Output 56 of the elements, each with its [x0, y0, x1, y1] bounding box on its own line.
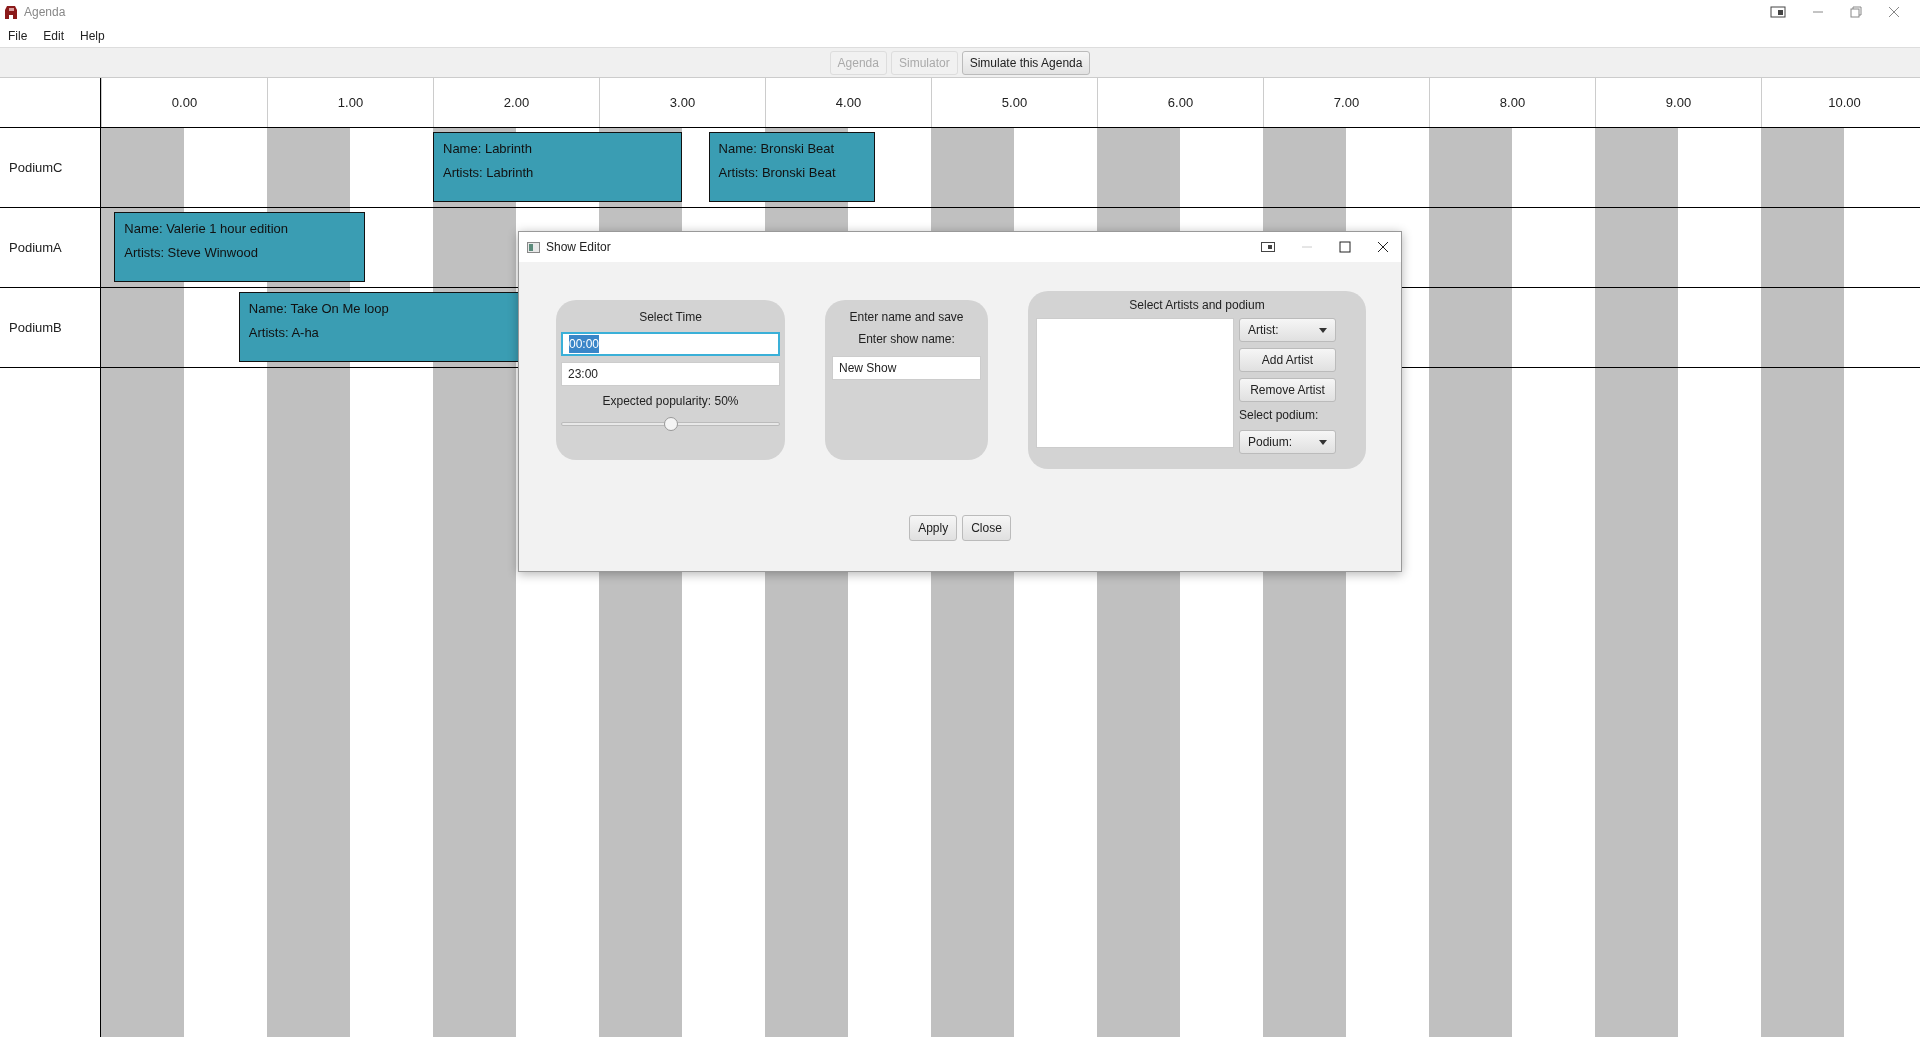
show-name: Name: Take On Me loop	[248, 300, 389, 318]
hour-label: 7.00	[1333, 93, 1360, 112]
menu-item[interactable]: Edit	[35, 26, 73, 45]
cast-icon[interactable]	[1261, 242, 1275, 252]
caret-icon	[1319, 327, 1327, 333]
panel-title: Enter name and save	[849, 309, 964, 326]
show-name: Name: Bronski Beat	[718, 140, 835, 158]
app-icon	[4, 4, 18, 20]
podium-label: PodiumA	[9, 238, 62, 257]
hour-label: 2.00	[503, 93, 530, 112]
hour-label: 0.00	[171, 93, 198, 112]
dialog-title: Show Editor	[546, 239, 611, 256]
show-block[interactable]: Name: Valerie 1 hour edition Artists: Steve Winwood	[114, 212, 365, 282]
show-artists: Artists: Bronski Beat	[718, 164, 836, 182]
panel-title: Select Time	[639, 309, 702, 326]
hour-label: 5.00	[1001, 93, 1028, 112]
dropdown[interactable]: Podium:	[1239, 430, 1336, 454]
show-artists: Artists: Labrinth	[443, 164, 534, 182]
hour-label: 3.00	[669, 93, 696, 112]
show-artists: Artists: A-ha	[248, 324, 319, 342]
field-label: Select podium:	[1239, 407, 1320, 424]
hour-label: 8.00	[1499, 93, 1526, 112]
hour-label: 9.00	[1665, 93, 1692, 112]
dialog-button[interactable]: Apply	[909, 515, 958, 541]
menu-item[interactable]: File	[0, 26, 36, 45]
close-icon[interactable]	[1377, 241, 1389, 253]
field-label: Enter show name:	[858, 331, 955, 348]
hour-label: 1.00	[337, 93, 364, 112]
input-field[interactable]: 23:00	[561, 362, 780, 386]
hour-label: 10.00	[1828, 93, 1861, 112]
dropdown[interactable]: Artist:	[1239, 318, 1336, 342]
hour-label: 6.00	[1167, 93, 1194, 112]
toolbar-button[interactable]: Simulate this Agenda	[961, 50, 1091, 75]
cast-icon[interactable]	[1770, 6, 1786, 18]
maximize-icon[interactable]	[1339, 241, 1351, 253]
add-artist-button[interactable]: Add Artist	[1239, 348, 1336, 372]
popularity-label: Expected popularity: 50%	[602, 393, 739, 410]
show-name: Name: Valerie 1 hour edition	[124, 220, 289, 238]
show-name: Name: Labrinth	[443, 140, 532, 158]
remove-artist-button[interactable]: Remove Artist	[1239, 378, 1336, 402]
restore-icon[interactable]	[1850, 6, 1862, 18]
window-icon	[527, 241, 540, 253]
slider-thumb[interactable]	[663, 417, 678, 431]
show-block[interactable]: Name: Bronski Beat Artists: Bronski Beat	[708, 132, 875, 202]
window-title: Agenda	[24, 4, 66, 21]
input-field[interactable]: New Show	[832, 356, 981, 380]
caret-icon	[1319, 439, 1327, 445]
podium-label: PodiumB	[9, 318, 62, 337]
input-field[interactable]: 00:00	[561, 332, 780, 356]
hour-label: 4.00	[835, 93, 862, 112]
podium-label: PodiumC	[9, 158, 63, 177]
panel-title: Select Artists and podium	[1129, 297, 1265, 314]
dialog-button[interactable]: Close	[962, 515, 1011, 541]
show-block[interactable]: Name: Labrinth Artists: Labrinth	[433, 132, 682, 202]
show-artists: Artists: Steve Winwood	[124, 244, 258, 262]
menu-item[interactable]: Help	[72, 26, 113, 45]
